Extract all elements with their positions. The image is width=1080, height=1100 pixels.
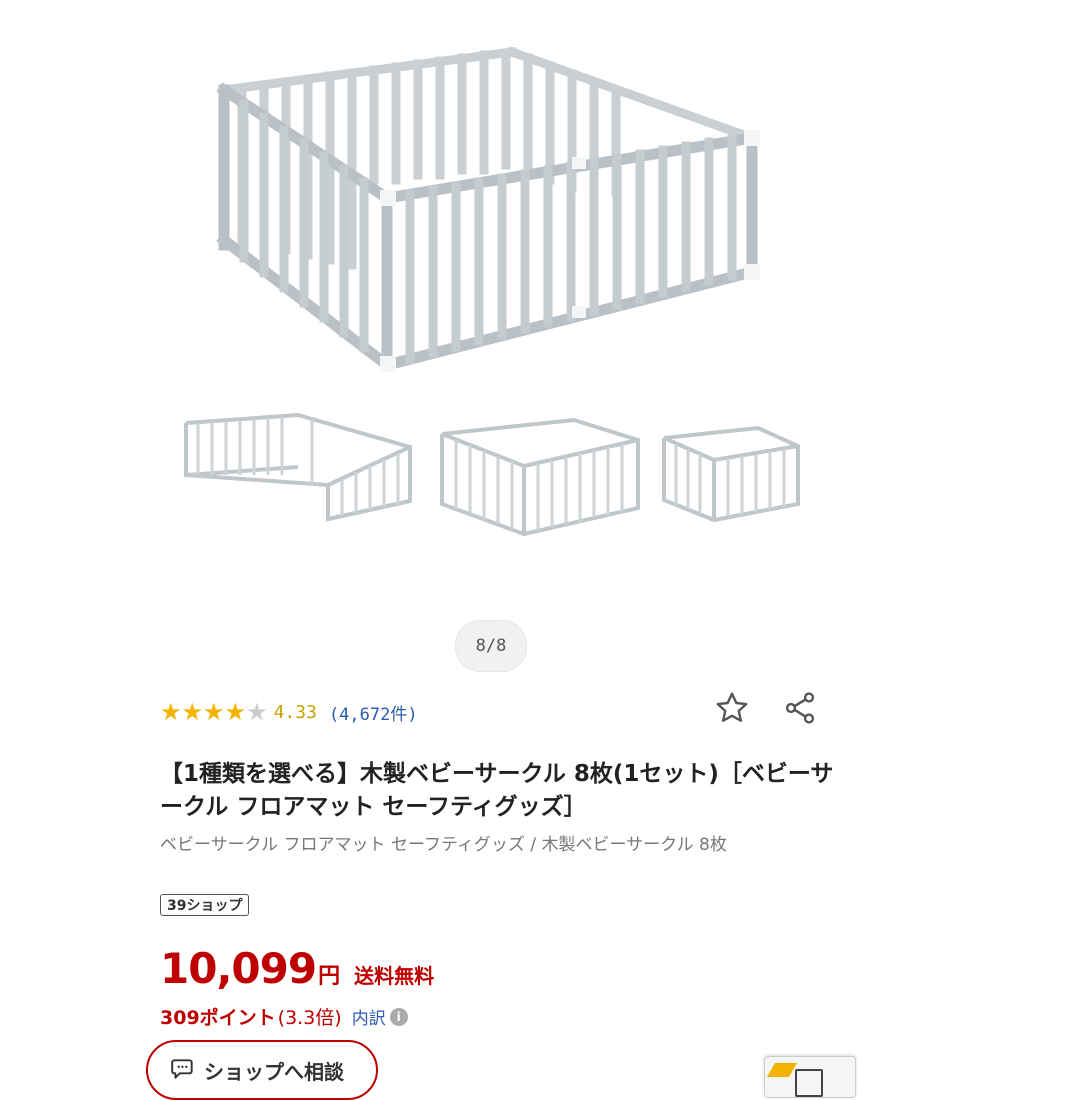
price-amount: 10,099 xyxy=(160,944,317,993)
chat-icon xyxy=(171,1059,193,1079)
rating-stars: ★ ★ ★ ★ ★ xyxy=(160,700,268,724)
free-shipping-label: 送料無料 xyxy=(354,964,435,988)
points-row: 309ポイント (3.3倍) 内訳 i xyxy=(160,1003,408,1030)
product-main-image[interactable] xyxy=(212,40,772,385)
document-icon xyxy=(795,1069,823,1097)
price-row: 10,099 円 送料無料 xyxy=(160,944,434,993)
share-icon xyxy=(785,692,815,724)
left-margin xyxy=(0,0,140,1080)
star-empty-icon: ★ xyxy=(246,698,268,726)
accent-mark xyxy=(766,1063,798,1077)
rating-value: 4.33 xyxy=(273,701,317,723)
star-filled-icon: ★ xyxy=(160,698,182,726)
category-breadcrumb[interactable]: ベビーサークル フロアマット セーフティグッズ / 木製ベビーサークル 8枚 xyxy=(160,834,820,857)
shop-consult-label: ショップへ相談 xyxy=(204,1060,344,1084)
star-filled-icon: ★ xyxy=(224,698,247,726)
points-breakdown-link[interactable]: 内訳 xyxy=(352,1004,386,1029)
image-counter: 8/8 xyxy=(455,620,527,672)
points-value: 309ポイント xyxy=(160,1007,276,1029)
review-count-link[interactable]: (4,672件) xyxy=(329,700,418,725)
info-icon[interactable]: i xyxy=(389,1007,408,1026)
rating-row[interactable]: ★ ★ ★ ★ ★ 4.33 (4,672件) xyxy=(160,696,418,728)
share-button[interactable] xyxy=(778,688,822,728)
product-title: 【1種類を選べる】木製ベビーサークル 8枚(1セット)［ベビーサークル フロアマ… xyxy=(160,761,834,820)
shop-39-badge: 39ショップ xyxy=(160,894,250,916)
shop-consult-button[interactable]: ショップへ相談 xyxy=(146,1040,378,1100)
price-currency: 円 xyxy=(318,964,341,989)
star-outline-icon xyxy=(716,692,748,722)
points-rate: (3.3倍) xyxy=(277,1007,342,1029)
star-filled-icon: ★ xyxy=(181,698,204,726)
thumbnail-square[interactable] xyxy=(658,420,804,524)
thumbnail-l-shape[interactable] xyxy=(178,405,414,523)
floating-action-button[interactable] xyxy=(764,1056,856,1098)
favorite-button[interactable] xyxy=(710,688,754,728)
star-filled-icon: ★ xyxy=(203,698,225,726)
right-margin xyxy=(850,0,1080,1080)
thumbnail-rectangle[interactable] xyxy=(434,412,646,542)
